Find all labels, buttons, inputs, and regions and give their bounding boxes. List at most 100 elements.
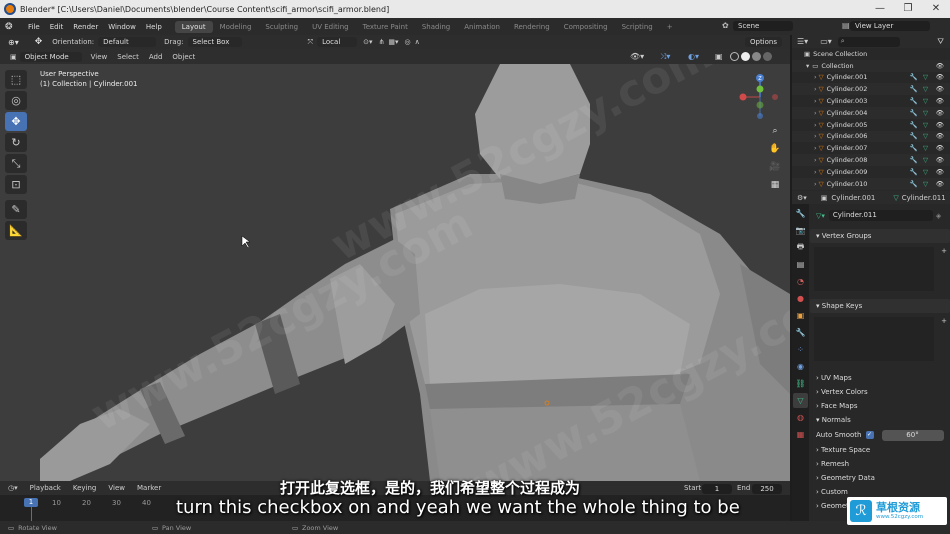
add-vertex-group-icon[interactable]: + (941, 247, 947, 255)
auto-smooth-checkbox[interactable]: ✓ (865, 431, 874, 439)
auto-smooth-angle-field[interactable]: 60° (881, 429, 944, 441)
expand-arrow-icon[interactable]: › (814, 144, 817, 152)
editor-type-icon[interactable]: ▣ (10, 53, 17, 61)
world-tab-icon[interactable]: ● (793, 291, 808, 306)
modifier-wrench-icon[interactable]: 🔧 (910, 85, 918, 93)
material-shading-icon[interactable] (752, 52, 761, 61)
object-visibility-icon[interactable]: 👁 (936, 144, 944, 152)
viewport-menu-select[interactable]: Select (117, 53, 139, 61)
expand-arrow-icon[interactable]: › (814, 180, 817, 188)
object-visibility-icon[interactable]: 👁 (936, 97, 944, 105)
collection-visibility-icon[interactable]: 👁 (936, 62, 944, 70)
expand-arrow-icon[interactable]: › (814, 85, 817, 93)
select-tool-icon[interactable]: ⬚ (5, 70, 27, 89)
tab-scripting[interactable]: Scripting (615, 21, 660, 33)
menu-file[interactable]: File (23, 23, 45, 31)
falloff-icon[interactable]: ∧ (415, 38, 420, 46)
zoom-icon[interactable]: ⌕ (768, 122, 782, 140)
tool-icon[interactable]: ⊕▾ (8, 38, 19, 47)
outliner-funnel-icon[interactable]: ⛛ (937, 37, 944, 47)
viewport-menu-add[interactable]: Add (149, 53, 163, 61)
modifier-wrench-icon[interactable]: 🔧 (910, 97, 918, 105)
physics-tab-icon[interactable]: ◉ (793, 359, 808, 374)
outliner-filter-icon[interactable]: ▭▾ (820, 37, 832, 46)
annotate-tool-icon[interactable]: ✎ (5, 200, 27, 219)
scale-tool-icon[interactable]: ⤡ (5, 154, 27, 173)
constraints-tab-icon[interactable]: ⛓ (793, 376, 808, 391)
object-visibility-icon[interactable]: 👁 (936, 73, 944, 81)
modifier-wrench-icon[interactable]: 🔧 (910, 73, 918, 81)
outliner-scene-collection[interactable]: ▣ Scene Collection (792, 48, 950, 60)
gizmo-x-axis[interactable] (739, 93, 747, 101)
object-visibility-icon[interactable]: 👁 (936, 109, 944, 117)
current-frame-indicator[interactable]: 1 (24, 498, 38, 507)
cursor-tool-icon[interactable]: ◎ (5, 91, 27, 110)
properties-editor-icon[interactable]: ⚙▾ (797, 194, 807, 202)
vertex-groups-header[interactable]: ▾ Vertex Groups (810, 229, 950, 243)
texture-space-panel[interactable]: › Texture Space (810, 443, 950, 457)
tab-texture-paint[interactable]: Texture Paint (356, 21, 415, 33)
modifier-wrench-icon[interactable]: 🔧 (910, 144, 918, 152)
rendered-shading-icon[interactable] (763, 52, 772, 61)
material-tab-icon[interactable]: ◍ (793, 410, 808, 425)
render-tab-icon[interactable]: 📷 (793, 223, 808, 238)
menu-window[interactable]: Window (103, 23, 141, 31)
scene-tab-icon[interactable]: ◔ (793, 274, 808, 289)
menu-help[interactable]: Help (141, 23, 167, 31)
gizmo-neg-x-axis[interactable] (772, 94, 778, 100)
transform-pivot-icon[interactable]: ⤧ (308, 38, 314, 47)
tab-rendering[interactable]: Rendering (507, 21, 557, 33)
geometry-data-panel[interactable]: › Geometry Data (810, 471, 950, 485)
shape-keys-header[interactable]: ▾ Shape Keys (810, 299, 950, 313)
mesh-data-tab-icon[interactable]: ▽ (793, 393, 808, 408)
expand-arrow-icon[interactable]: › (814, 156, 817, 164)
object-visibility-icon[interactable]: 👁 (936, 121, 944, 129)
modifier-wrench-icon[interactable]: 🔧 (910, 109, 918, 117)
xray-icon[interactable]: ▣ (715, 52, 723, 61)
transform-orientation-dropdown[interactable]: Local (317, 37, 358, 47)
orientation-dropdown[interactable]: Default (98, 37, 157, 47)
modifier-wrench-icon[interactable]: 🔧 (910, 121, 918, 129)
object-visibility-icon[interactable]: 👁 (936, 180, 944, 188)
object-tab-icon[interactable]: ▣ (793, 308, 808, 323)
outliner-object-row[interactable]: › ▽ Cylinder.007 🔧 ▽ 👁 (792, 142, 950, 154)
particles-tab-icon[interactable]: ⁘ (793, 342, 808, 357)
move-tool-icon[interactable]: ✥ (35, 37, 43, 47)
timeline-menu-view[interactable]: View (108, 484, 125, 492)
add-shape-key-icon[interactable]: + (941, 317, 947, 325)
wireframe-shading-icon[interactable] (730, 52, 739, 61)
outliner-object-row[interactable]: › ▽ Cylinder.010 🔧 ▽ 👁 (792, 177, 950, 190)
outliner-object-row[interactable]: › ▽ Cylinder.002 🔧 ▽ 👁 (792, 83, 950, 96)
navigation-gizmo[interactable]: Z (735, 72, 785, 122)
timeline-menu-marker[interactable]: Marker (137, 484, 161, 492)
3d-viewport[interactable]: www.52cgzy.com www.52cgzy.com www.52cgzy… (0, 64, 790, 481)
outliner-editor-icon[interactable]: ☰▾ (797, 37, 808, 46)
object-breadcrumb[interactable]: Cylinder.001 (831, 194, 875, 202)
modifier-wrench-icon[interactable]: 🔧 (910, 132, 918, 140)
normals-panel[interactable]: ▾ Normals (810, 413, 950, 427)
blender-menu-icon[interactable]: ❂ (5, 22, 21, 32)
shape-keys-list[interactable] (814, 317, 934, 361)
gizmo-neg-y-axis[interactable] (756, 101, 764, 109)
outliner-search-input[interactable]: ⌕ (837, 36, 900, 47)
modifier-wrench-icon[interactable]: 🔧 (910, 168, 918, 176)
measure-tool-icon[interactable]: 📐 (5, 221, 27, 240)
expand-arrow-icon[interactable]: › (814, 109, 817, 117)
modifier-tab-icon[interactable]: 🔧 (793, 325, 808, 340)
camera-view-icon[interactable]: 🎥 (768, 158, 782, 176)
expand-arrow-icon[interactable]: › (814, 97, 817, 105)
vertex-colors-panel[interactable]: › Vertex Colors (810, 385, 950, 399)
viewport-menu-view[interactable]: View (91, 53, 108, 61)
gizmo-toggle-icon[interactable]: ⤨▾ (660, 52, 670, 62)
output-tab-icon[interactable]: 🖶 (793, 240, 808, 255)
outliner-object-row[interactable]: › ▽ Cylinder.006 🔧 ▽ 👁 (792, 130, 950, 143)
timeline-menu-keying[interactable]: Keying (73, 484, 97, 492)
gizmo-neg-z-axis[interactable] (757, 113, 763, 119)
ortho-grid-icon[interactable]: ▦ (768, 176, 782, 194)
tab-sculpting[interactable]: Sculpting (258, 21, 305, 33)
transform-tool-icon[interactable]: ⊡ (5, 175, 27, 194)
timeline-editor-icon[interactable]: ◷▾ (8, 484, 18, 492)
texture-tab-icon[interactable]: ▦ (793, 427, 808, 442)
snap-target-icon[interactable]: ▦▾ (388, 38, 398, 46)
object-visibility-icon[interactable]: 👁 (936, 156, 944, 164)
